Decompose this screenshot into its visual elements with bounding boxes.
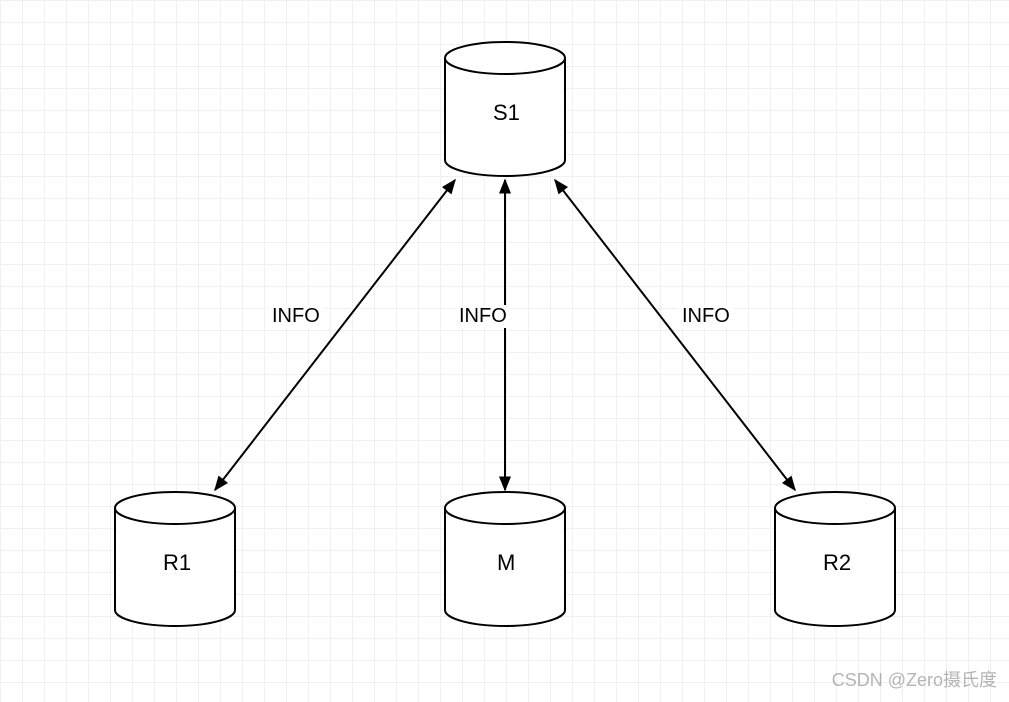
node-r1-label: R1 — [163, 550, 191, 576]
edge-m-s1-label: INFO — [455, 305, 511, 328]
edge-r1-s1 — [215, 180, 455, 490]
diagram-canvas: S1 R1 M R2 INFO INFO INFO CSDN @Zero摄氏度 — [0, 0, 1009, 702]
edge-r2-s1 — [555, 180, 795, 490]
node-s1-label: S1 — [493, 100, 520, 126]
node-r2-label: R2 — [823, 550, 851, 576]
edge-r1-s1-label: INFO — [268, 305, 324, 328]
edge-r2-s1-label: INFO — [678, 305, 734, 328]
watermark-text: CSDN @Zero摄氏度 — [832, 666, 997, 692]
node-m-label: M — [497, 550, 515, 576]
